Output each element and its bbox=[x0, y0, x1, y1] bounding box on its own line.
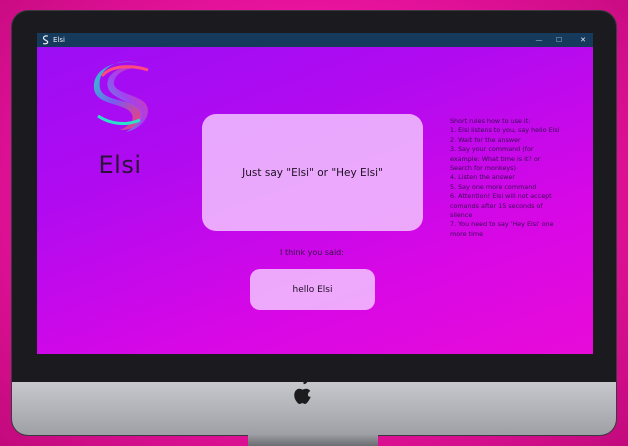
rule-item: 6. Attention! Elsi will not accept coman… bbox=[450, 192, 552, 220]
recognized-speech-text: hello Elsi bbox=[292, 284, 333, 295]
recognized-speech-card: hello Elsi bbox=[250, 269, 375, 310]
app-name-heading: Elsi bbox=[98, 151, 142, 179]
prompt-text: Just say "Elsi" or "Hey Elsi" bbox=[242, 166, 383, 179]
apple-logo-icon bbox=[294, 378, 311, 405]
usage-rules: Short rules how to use it: 1. Elsi liste… bbox=[450, 117, 562, 239]
rule-item: 4. Listen the answer bbox=[450, 173, 515, 182]
heard-label: I think you said: bbox=[280, 248, 344, 257]
elsi-logo-icon bbox=[42, 35, 49, 45]
close-button[interactable]: ✕ bbox=[576, 33, 590, 47]
monitor-stand bbox=[248, 435, 378, 446]
rule-item: 2. Wait for the answer bbox=[450, 135, 521, 144]
rules-heading: Short rules how to use it: bbox=[450, 117, 531, 125]
rule-item: 3. Say your command (for example: What t… bbox=[450, 145, 541, 173]
rule-item: 7. You need to say 'Hey Elsi' one more t… bbox=[450, 220, 554, 238]
rule-item: 5. Say one more command bbox=[450, 182, 537, 191]
maximize-button[interactable]: ☐ bbox=[552, 33, 566, 47]
elsi-logo-icon bbox=[93, 61, 149, 132]
app-window: Elsi — ☐ ✕ Elsi Just say "Elsi" or "Hey … bbox=[37, 33, 593, 354]
window-titlebar: Elsi — ☐ ✕ bbox=[37, 33, 593, 47]
prompt-card: Just say "Elsi" or "Hey Elsi" bbox=[202, 114, 423, 231]
rule-item: 1. Elsi listens to you, say hello Elsi bbox=[450, 126, 560, 135]
minimize-button[interactable]: — bbox=[532, 33, 546, 47]
window-title: Elsi bbox=[53, 36, 65, 44]
